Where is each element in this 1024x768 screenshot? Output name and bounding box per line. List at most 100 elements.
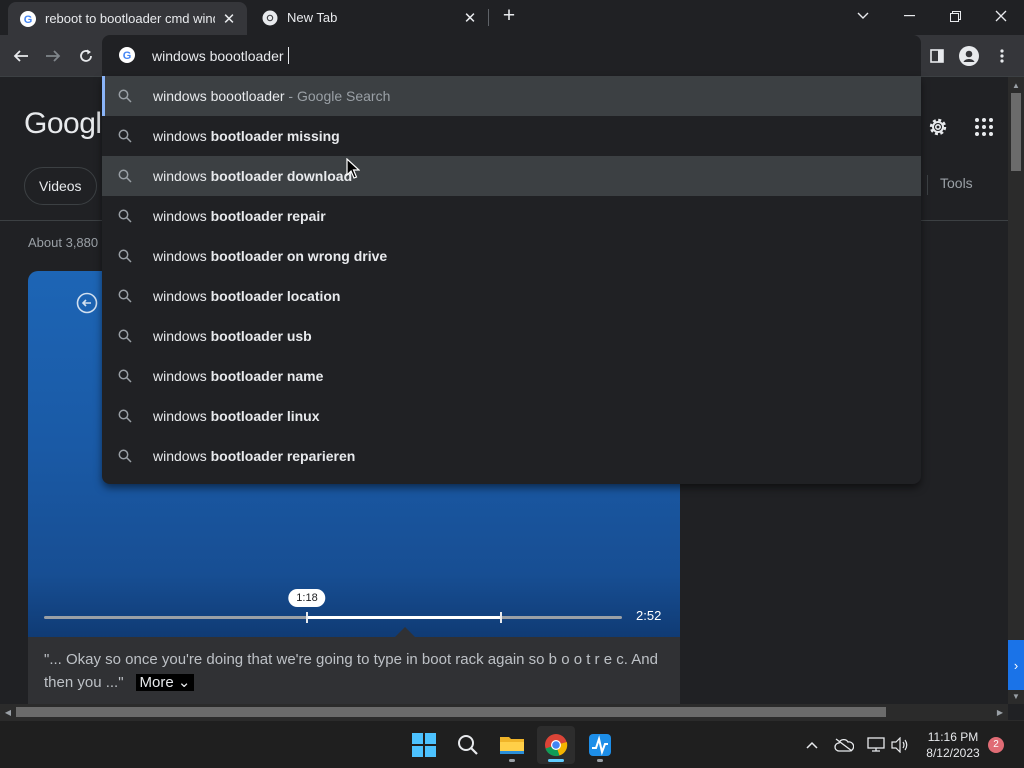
side-panel-icon [930,49,944,63]
tools-button[interactable]: Tools [940,175,973,191]
menu-button[interactable] [989,43,1015,69]
caption-pointer [395,627,415,637]
speaker-icon [891,737,908,753]
close-icon[interactable]: ✕ [221,11,237,28]
suggestion-item[interactable]: windows bootloader download [102,156,921,196]
notification-badge[interactable]: 2 [988,737,1004,753]
suggestion-item[interactable]: windows bootloader missing [102,116,921,156]
scroll-right-arrow-icon[interactable]: ▶ [992,704,1008,720]
tab-title: reboot to bootloader cmd windo [45,11,215,26]
expand-side-panel-button[interactable]: › [1008,640,1024,690]
vertical-scrollbar[interactable]: ▲ ▼ [1008,77,1024,704]
taskbar: 11:16 PM 8/12/2023 2 [0,720,1024,768]
address-value: windows boootloader [152,48,284,64]
text-caret [287,47,289,64]
tab-strip: G reboot to bootloader cmd windo ✕ New T… [0,0,1024,35]
system-clock[interactable]: 11:16 PM 8/12/2023 [918,729,988,761]
more-vert-icon [1000,49,1004,63]
new-tab-button[interactable]: + [499,5,519,27]
video-duration: 2:52 [636,608,662,623]
arrow-left-icon [13,50,28,62]
taskbar-search-button[interactable] [449,726,487,764]
suggestion-item[interactable]: windows bootloader name [102,356,921,396]
chevron-up-icon [806,741,818,749]
suggestion-item[interactable]: windows bootloader location [102,276,921,316]
caption-panel: "... Okay so once you're doing that we'r… [28,637,680,704]
profile-button[interactable] [956,43,982,69]
close-icon [995,10,1007,22]
search-icon [458,735,478,755]
tab-search-button[interactable] [840,0,886,32]
reload-icon [80,49,92,62]
profile-icon [959,46,979,66]
chevron-right-icon: › [1013,657,1019,673]
filter-chip-videos[interactable]: Videos [24,167,97,205]
search-icon [118,209,132,223]
minimize-icon [903,15,915,17]
tab-new-tab[interactable]: New Tab ✕ [250,0,488,35]
taskbar-file-explorer[interactable] [493,726,531,764]
settings-icon[interactable] [926,115,950,139]
suggestion-item[interactable]: windows bootloader usb [102,316,921,356]
app-running-indicator [509,759,515,762]
show-hidden-icons-button[interactable] [802,735,822,755]
tab-reboot-bootloader[interactable]: G reboot to bootloader cmd windo ✕ [8,2,247,35]
taskbar-activity-app[interactable] [581,726,619,764]
search-icon [118,249,132,263]
more-label: More [139,674,174,691]
google-logo[interactable]: Googl [24,107,102,141]
horizontal-scroll-thumb[interactable] [16,707,886,717]
suggestion-item[interactable]: windows boootloader - Google Search [102,76,921,116]
side-panel-button[interactable] [924,43,950,69]
network-button[interactable] [866,735,886,755]
forward-button[interactable] [40,43,66,69]
address-input[interactable]: windows boootloader [152,47,289,64]
svg-text:G: G [123,50,132,62]
restore-button[interactable] [932,0,978,32]
svg-text:G: G [24,14,33,26]
taskbar-chrome[interactable] [537,726,575,764]
back-button[interactable] [8,43,34,69]
caption-text: "... Okay so once you're doing that we'r… [44,648,664,694]
chevron-down-icon [857,12,869,19]
onedrive-button[interactable] [834,735,854,755]
search-icon [118,89,132,103]
result-stats: About 3,880 [28,235,99,250]
vertical-scroll-thumb[interactable] [1011,93,1021,171]
search-icon [118,129,132,143]
back-circle-icon[interactable] [76,292,98,314]
suggestion-item[interactable]: windows bootloader repair [102,196,921,236]
chrome-icon [262,10,278,26]
apps-grid-icon[interactable] [974,117,994,137]
scroll-down-arrow-icon[interactable]: ▼ [1008,688,1024,704]
seek-marker-current[interactable] [305,612,308,623]
file-explorer-icon [500,737,524,754]
volume-button[interactable] [890,735,910,755]
reload-button[interactable] [73,43,99,69]
suggestion-item[interactable]: windows bootloader reparieren [102,436,921,476]
suggestion-item[interactable]: windows bootloader linux [102,396,921,436]
clock-date: 8/12/2023 [926,746,980,760]
seek-bar[interactable] [44,612,622,623]
google-g-icon: G [20,10,36,27]
close-icon[interactable]: ✕ [462,10,478,27]
seek-marker-clip-end[interactable] [499,612,502,623]
network-icon [867,737,885,752]
chrome-icon [545,734,568,757]
seek-time-bubble: 1:18 [288,589,326,607]
minimize-button[interactable] [886,0,932,32]
search-icon [118,449,132,463]
scroll-left-arrow-icon[interactable]: ◀ [0,704,16,720]
suggestion-item[interactable]: windows bootloader on wrong drive [102,236,921,276]
start-button[interactable] [405,726,443,764]
horizontal-scrollbar[interactable]: ◀ ▶ [0,704,1008,720]
address-bar[interactable]: G windows boootloader [102,35,921,76]
chevron-down-icon: ⌄ [177,674,191,691]
close-window-button[interactable] [978,0,1024,32]
seek-bar-played [306,616,501,619]
scroll-up-arrow-icon[interactable]: ▲ [1008,77,1024,93]
more-button[interactable]: More ⌄ [135,674,195,691]
tab-title: New Tab [287,10,338,25]
search-icon [118,329,132,343]
arrow-right-icon [46,50,61,62]
